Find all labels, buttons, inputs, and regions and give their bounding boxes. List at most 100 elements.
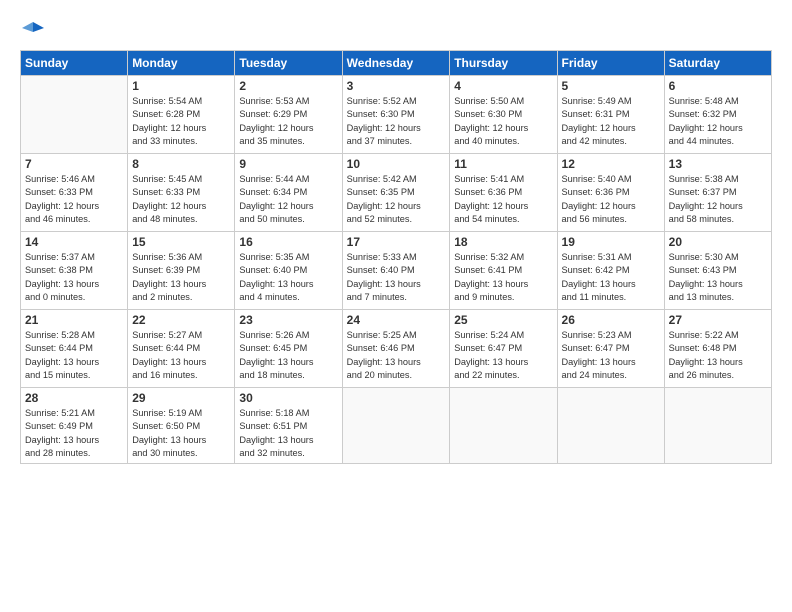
calendar-cell: 23 Sunrise: 5:26 AM Sunset: 6:45 PM Dayli…: [235, 310, 342, 388]
calendar-cell: 10 Sunrise: 5:42 AM Sunset: 6:35 PM Dayli…: [342, 154, 450, 232]
day-number: 11: [454, 157, 552, 171]
col-header-monday: Monday: [128, 51, 235, 76]
day-number: 22: [132, 313, 230, 327]
calendar-cell: 1 Sunrise: 5:54 AM Sunset: 6:28 PM Daylig…: [128, 76, 235, 154]
logo-bird-icon: [22, 18, 44, 40]
day-info: Sunrise: 5:49 AM Sunset: 6:31 PM Dayligh…: [562, 95, 660, 148]
calendar-cell: 14 Sunrise: 5:37 AM Sunset: 6:38 PM Dayli…: [21, 232, 128, 310]
calendar-cell: 25Sunrise: 5:24 AM Sunset: 6:47 PM Dayli…: [450, 310, 557, 388]
calendar-cell: 15Sunrise: 5:36 AM Sunset: 6:39 PM Dayli…: [128, 232, 235, 310]
calendar-cell: [664, 388, 771, 464]
day-number: 8: [132, 157, 230, 171]
day-info: Sunrise: 5:22 AM Sunset: 6:48 PM Dayligh…: [669, 329, 767, 382]
day-info: Sunrise: 5:26 AM Sunset: 6:45 PM Dayligh…: [239, 329, 337, 382]
week-row-2: 7 Sunrise: 5:46 AM Sunset: 6:33 PM Daylig…: [21, 154, 772, 232]
calendar-cell: 5Sunrise: 5:49 AM Sunset: 6:31 PM Daylig…: [557, 76, 664, 154]
calendar-cell: 9Sunrise: 5:44 AM Sunset: 6:34 PM Daylig…: [235, 154, 342, 232]
day-info: Sunrise: 5:54 AM Sunset: 6:28 PM Dayligh…: [132, 95, 230, 148]
day-info: Sunrise: 5:44 AM Sunset: 6:34 PM Dayligh…: [239, 173, 337, 226]
day-info: Sunrise: 5:42 AM Sunset: 6:35 PM Dayligh…: [347, 173, 446, 226]
calendar-cell: 7 Sunrise: 5:46 AM Sunset: 6:33 PM Daylig…: [21, 154, 128, 232]
week-row-1: 1 Sunrise: 5:54 AM Sunset: 6:28 PM Daylig…: [21, 76, 772, 154]
day-info: Sunrise: 5:46 AM Sunset: 6:33 PM Dayligh…: [25, 173, 123, 226]
day-number: 14: [25, 235, 123, 249]
day-number: 2: [239, 79, 337, 93]
col-header-sunday: Sunday: [21, 51, 128, 76]
day-info: Sunrise: 5:28 AM Sunset: 6:44 PM Dayligh…: [25, 329, 123, 382]
day-info: Sunrise: 5:33 AM Sunset: 6:40 PM Dayligh…: [347, 251, 446, 304]
day-number: 24: [347, 313, 446, 327]
day-number: 1: [132, 79, 230, 93]
header: [20, 18, 772, 40]
day-info: Sunrise: 5:18 AM Sunset: 6:51 PM Dayligh…: [239, 407, 337, 460]
page: SundayMondayTuesdayWednesdayThursdayFrid…: [0, 0, 792, 612]
day-number: 30: [239, 391, 337, 405]
header-row: SundayMondayTuesdayWednesdayThursdayFrid…: [21, 51, 772, 76]
calendar-cell: 4Sunrise: 5:50 AM Sunset: 6:30 PM Daylig…: [450, 76, 557, 154]
week-row-4: 21 Sunrise: 5:28 AM Sunset: 6:44 PM Dayli…: [21, 310, 772, 388]
day-info: Sunrise: 5:41 AM Sunset: 6:36 PM Dayligh…: [454, 173, 552, 226]
day-number: 6: [669, 79, 767, 93]
col-header-friday: Friday: [557, 51, 664, 76]
calendar-cell: 2 Sunrise: 5:53 AM Sunset: 6:29 PM Daylig…: [235, 76, 342, 154]
calendar-cell: 30 Sunrise: 5:18 AM Sunset: 6:51 PM Dayli…: [235, 388, 342, 464]
calendar-cell: [342, 388, 450, 464]
week-row-3: 14 Sunrise: 5:37 AM Sunset: 6:38 PM Dayli…: [21, 232, 772, 310]
day-number: 21: [25, 313, 123, 327]
calendar-cell: 3 Sunrise: 5:52 AM Sunset: 6:30 PM Daylig…: [342, 76, 450, 154]
col-header-tuesday: Tuesday: [235, 51, 342, 76]
day-number: 29: [132, 391, 230, 405]
day-number: 7: [25, 157, 123, 171]
calendar-table: SundayMondayTuesdayWednesdayThursdayFrid…: [20, 50, 772, 464]
day-info: Sunrise: 5:30 AM Sunset: 6:43 PM Dayligh…: [669, 251, 767, 304]
day-number: 18: [454, 235, 552, 249]
calendar-cell: 26 Sunrise: 5:23 AM Sunset: 6:47 PM Dayli…: [557, 310, 664, 388]
day-info: Sunrise: 5:52 AM Sunset: 6:30 PM Dayligh…: [347, 95, 446, 148]
col-header-thursday: Thursday: [450, 51, 557, 76]
day-info: Sunrise: 5:21 AM Sunset: 6:49 PM Dayligh…: [25, 407, 123, 460]
day-number: 12: [562, 157, 660, 171]
day-number: 19: [562, 235, 660, 249]
col-header-saturday: Saturday: [664, 51, 771, 76]
calendar-cell: 20 Sunrise: 5:30 AM Sunset: 6:43 PM Dayli…: [664, 232, 771, 310]
calendar-cell: 21 Sunrise: 5:28 AM Sunset: 6:44 PM Dayli…: [21, 310, 128, 388]
col-header-wednesday: Wednesday: [342, 51, 450, 76]
calendar-cell: 24 Sunrise: 5:25 AM Sunset: 6:46 PM Dayli…: [342, 310, 450, 388]
day-info: Sunrise: 5:32 AM Sunset: 6:41 PM Dayligh…: [454, 251, 552, 304]
calendar-cell: 27Sunrise: 5:22 AM Sunset: 6:48 PM Dayli…: [664, 310, 771, 388]
day-info: Sunrise: 5:23 AM Sunset: 6:47 PM Dayligh…: [562, 329, 660, 382]
day-info: Sunrise: 5:40 AM Sunset: 6:36 PM Dayligh…: [562, 173, 660, 226]
day-number: 16: [239, 235, 337, 249]
calendar-cell: 11 Sunrise: 5:41 AM Sunset: 6:36 PM Dayli…: [450, 154, 557, 232]
day-number: 15: [132, 235, 230, 249]
day-info: Sunrise: 5:25 AM Sunset: 6:46 PM Dayligh…: [347, 329, 446, 382]
day-info: Sunrise: 5:35 AM Sunset: 6:40 PM Dayligh…: [239, 251, 337, 304]
day-info: Sunrise: 5:45 AM Sunset: 6:33 PM Dayligh…: [132, 173, 230, 226]
day-number: 10: [347, 157, 446, 171]
day-number: 13: [669, 157, 767, 171]
calendar-cell: 19Sunrise: 5:31 AM Sunset: 6:42 PM Dayli…: [557, 232, 664, 310]
calendar-cell: 28 Sunrise: 5:21 AM Sunset: 6:49 PM Dayli…: [21, 388, 128, 464]
day-number: 17: [347, 235, 446, 249]
day-number: 26: [562, 313, 660, 327]
day-number: 23: [239, 313, 337, 327]
day-number: 20: [669, 235, 767, 249]
calendar-cell: [21, 76, 128, 154]
day-info: Sunrise: 5:24 AM Sunset: 6:47 PM Dayligh…: [454, 329, 552, 382]
day-info: Sunrise: 5:37 AM Sunset: 6:38 PM Dayligh…: [25, 251, 123, 304]
day-info: Sunrise: 5:50 AM Sunset: 6:30 PM Dayligh…: [454, 95, 552, 148]
day-number: 3: [347, 79, 446, 93]
day-info: Sunrise: 5:53 AM Sunset: 6:29 PM Dayligh…: [239, 95, 337, 148]
logo: [20, 18, 44, 40]
calendar-cell: 16 Sunrise: 5:35 AM Sunset: 6:40 PM Dayli…: [235, 232, 342, 310]
calendar-cell: 13Sunrise: 5:38 AM Sunset: 6:37 PM Dayli…: [664, 154, 771, 232]
day-info: Sunrise: 5:27 AM Sunset: 6:44 PM Dayligh…: [132, 329, 230, 382]
calendar-cell: 17 Sunrise: 5:33 AM Sunset: 6:40 PM Dayli…: [342, 232, 450, 310]
calendar-cell: [557, 388, 664, 464]
calendar-cell: 12 Sunrise: 5:40 AM Sunset: 6:36 PM Dayli…: [557, 154, 664, 232]
day-number: 28: [25, 391, 123, 405]
calendar-cell: 18 Sunrise: 5:32 AM Sunset: 6:41 PM Dayli…: [450, 232, 557, 310]
calendar-cell: 8 Sunrise: 5:45 AM Sunset: 6:33 PM Daylig…: [128, 154, 235, 232]
day-info: Sunrise: 5:19 AM Sunset: 6:50 PM Dayligh…: [132, 407, 230, 460]
calendar-cell: 6Sunrise: 5:48 AM Sunset: 6:32 PM Daylig…: [664, 76, 771, 154]
